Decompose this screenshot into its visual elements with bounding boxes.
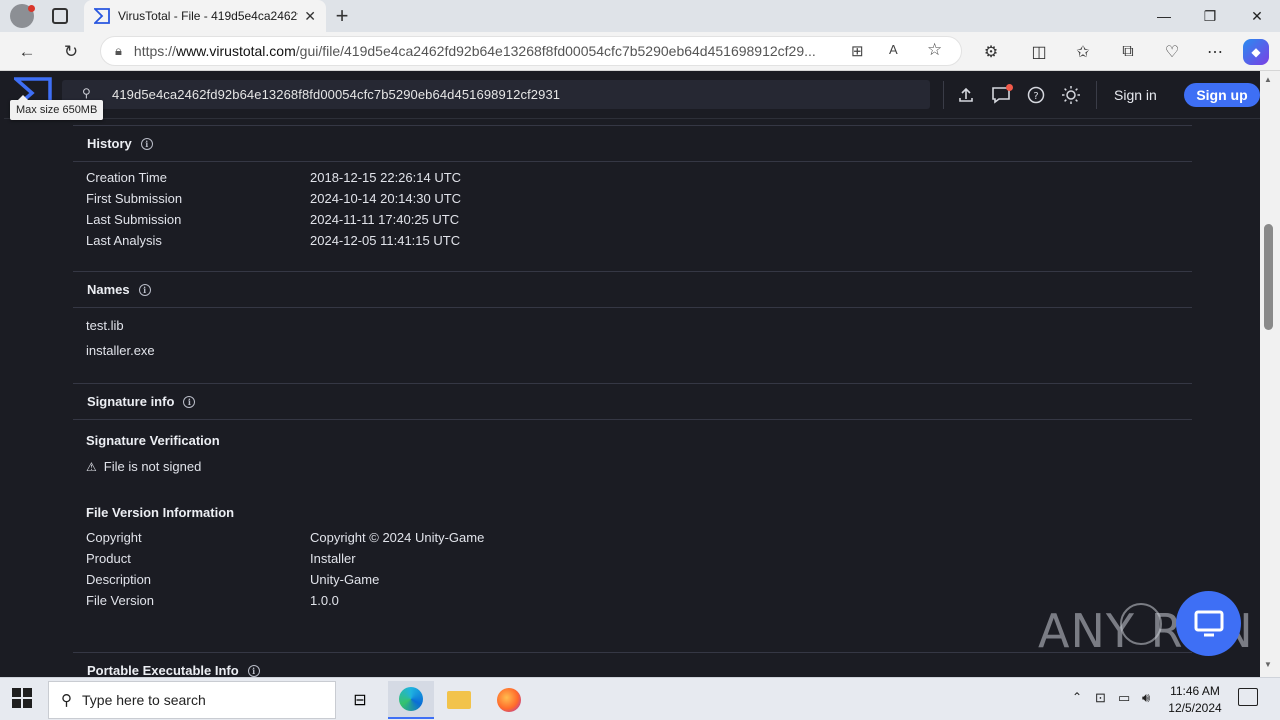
file-name-item: installer.exe xyxy=(86,343,155,358)
url-text: https://www.virustotal.com/gui/file/419d… xyxy=(133,43,816,59)
chat-widget-icon xyxy=(1194,610,1223,636)
version-value: Installer xyxy=(310,551,356,566)
tray-overflow-icon[interactable]: ⌃ xyxy=(1072,690,1082,704)
history-value: 2024-10-14 20:14:30 UTC xyxy=(310,191,462,206)
signature-title: Signature info xyxy=(87,394,175,409)
names-section-header: Names i xyxy=(73,271,1192,308)
file-explorer-icon[interactable] xyxy=(436,681,482,719)
info-icon[interactable]: i xyxy=(183,395,196,408)
signature-section-header: Signature info i xyxy=(73,383,1192,420)
svg-text:?: ? xyxy=(1033,91,1038,102)
restore-button[interactable]: ❐ xyxy=(1187,0,1233,32)
tab-actions-icon[interactable] xyxy=(52,8,68,24)
theme-toggle-icon[interactable] xyxy=(1059,83,1083,107)
history-title: History xyxy=(87,136,132,151)
extensions-icon[interactable]: ⚙ xyxy=(976,37,1006,67)
scroll-up-arrow-icon[interactable]: ▲ xyxy=(1264,75,1272,84)
search-value: 419d5e4ca2462fd92b64e13268f8fd00054cfc7b… xyxy=(112,87,561,102)
history-value: 2024-12-05 11:41:15 UTC xyxy=(310,233,461,248)
upload-icon[interactable] xyxy=(954,83,978,107)
info-icon[interactable]: i xyxy=(138,283,151,296)
taskbar-search-placeholder: Type here to search xyxy=(82,692,206,708)
edge-taskbar-icon[interactable] xyxy=(388,681,434,719)
read-aloud-icon[interactable]: A xyxy=(889,42,898,57)
taskbar-search-input[interactable]: ⚲ Type here to search xyxy=(48,681,336,719)
file-name-item: test.lib xyxy=(86,318,124,333)
info-icon[interactable]: i xyxy=(247,664,260,677)
virustotal-page: ⚲ 419d5e4ca2462fd92b64e13268f8fd00054cfc… xyxy=(4,71,1260,677)
split-screen-icon[interactable]: ◫ xyxy=(1024,37,1054,67)
volume-icon[interactable]: 🔊︎ xyxy=(1142,690,1150,706)
pe-section-header: Portable Executable Info i xyxy=(73,652,1192,677)
app-available-icon[interactable]: ⊞ xyxy=(851,42,864,60)
close-window-button[interactable]: ✕ xyxy=(1234,0,1280,32)
refresh-button[interactable]: ↻ xyxy=(56,37,86,67)
signature-verification-title: Signature Verification xyxy=(86,433,220,448)
version-key: Description xyxy=(86,572,152,587)
pe-title: Portable Executable Info xyxy=(87,663,239,677)
minimize-button[interactable]: — xyxy=(1141,0,1187,32)
copilot-icon[interactable]: ◆ xyxy=(1243,39,1269,65)
task-view-icon[interactable]: ⊟ xyxy=(337,681,383,719)
scrollbar-thumb[interactable] xyxy=(1264,224,1273,330)
history-key: Last Submission xyxy=(86,212,182,227)
info-icon[interactable]: i xyxy=(140,137,153,150)
chat-widget-button[interactable] xyxy=(1176,591,1241,656)
version-value: 1.0.0 xyxy=(310,593,339,608)
notification-center-icon[interactable] xyxy=(1238,688,1258,706)
history-section-header: History i xyxy=(73,125,1192,162)
taskbar-clock[interactable]: 11:46 AM 12/5/2024 xyxy=(1160,683,1230,717)
clock-date: 12/5/2024 xyxy=(1168,701,1222,715)
help-icon[interactable]: ? xyxy=(1024,83,1048,107)
new-tab-button[interactable]: + xyxy=(330,3,354,28)
anyrun-play-icon xyxy=(1120,603,1162,645)
history-key: Creation Time xyxy=(86,170,167,185)
history-value: 2018-12-15 22:26:14 UTC xyxy=(310,170,462,185)
sign-up-button[interactable]: Sign up xyxy=(1184,83,1260,107)
firefox-icon[interactable] xyxy=(486,681,532,719)
tab-close-button[interactable]: ✕ xyxy=(304,8,316,25)
scroll-down-arrow-icon[interactable]: ▼ xyxy=(1264,660,1272,669)
history-key: Last Analysis xyxy=(86,233,162,248)
header-divider xyxy=(1096,81,1097,109)
clock-time: 11:46 AM xyxy=(1170,684,1220,698)
version-value: Copyright © 2024 Unity-Game xyxy=(310,530,485,545)
search-input[interactable]: ⚲ 419d5e4ca2462fd92b64e13268f8fd00054cfc… xyxy=(62,80,930,109)
file-version-title: File Version Information xyxy=(86,505,235,520)
collections-icon[interactable]: ⧉ xyxy=(1113,37,1143,67)
favorites-icon[interactable]: ✩ xyxy=(1068,37,1098,67)
version-key: Copyright xyxy=(86,530,142,545)
history-value: 2024-11-11 17:40:25 UTC xyxy=(310,212,460,227)
chat-notification-dot xyxy=(1006,84,1013,91)
signature-status: ⚠ File is not signed xyxy=(86,459,201,474)
network-icon[interactable]: ▭ xyxy=(1118,690,1130,706)
page-scrollbar[interactable] xyxy=(1260,71,1280,677)
tray-device-icon[interactable]: ⊡ xyxy=(1095,690,1106,706)
browser-tab-virustotal[interactable]: VirusTotal - File - 419d5e4ca2462f ✕ xyxy=(84,0,326,32)
signature-status-text: File is not signed xyxy=(103,459,202,474)
upload-size-tooltip: Max size 650MB xyxy=(10,95,104,120)
browser-essentials-icon[interactable]: ♡ xyxy=(1157,37,1187,67)
address-bar[interactable]: 🔒︎ https://www.virustotal.com/gui/file/4… xyxy=(100,36,962,66)
search-icon: ⚲ xyxy=(82,86,91,100)
windows-start-icon[interactable] xyxy=(12,688,34,710)
search-icon: ⚲ xyxy=(61,692,72,709)
lock-icon: 🔒︎ xyxy=(115,43,122,58)
back-button[interactable]: ← xyxy=(12,37,42,67)
version-key: Product xyxy=(86,551,131,566)
favorite-star-icon[interactable]: ☆ xyxy=(927,40,942,60)
more-menu-icon[interactable]: ⋯ xyxy=(1200,37,1230,67)
version-value: Unity-Game xyxy=(310,572,380,587)
profile-notification-dot xyxy=(28,5,35,12)
names-title: Names xyxy=(87,282,130,297)
header-divider xyxy=(943,81,944,109)
warning-icon: ⚠ xyxy=(86,459,97,474)
version-key: File Version xyxy=(86,593,154,608)
history-key: First Submission xyxy=(86,191,183,206)
sign-in-link[interactable]: Sign in xyxy=(1114,83,1157,107)
virustotal-favicon-icon xyxy=(94,8,110,24)
tab-title: VirusTotal - File - 419d5e4ca2462f xyxy=(118,9,299,23)
